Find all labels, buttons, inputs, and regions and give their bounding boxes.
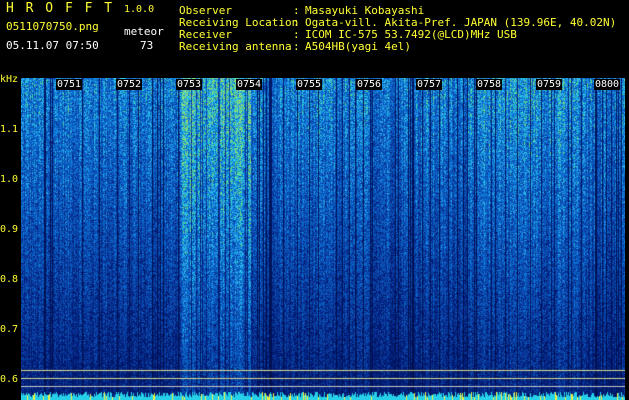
freq-tick-label: 0.6: [0, 374, 19, 385]
antenna-key: Receiving antenna: [179, 40, 292, 53]
app-title: H R O F F T: [6, 1, 115, 16]
time-tick-label: 0758: [476, 79, 503, 90]
time-tick-label: 0753: [176, 79, 203, 90]
freq-tick-label: 0.7: [0, 324, 19, 335]
time-tick-label: 0752: [116, 79, 143, 90]
meteor-count: 73: [140, 39, 154, 52]
freq-axis: 1.1 1.0 0.9 0.8 0.7 0.6: [0, 72, 21, 400]
freq-tick-label: 1.0: [0, 174, 19, 185]
separator: :: [293, 40, 300, 53]
freq-tick-label: 0.8: [0, 274, 19, 285]
time-tick-label: 0751: [56, 79, 83, 90]
spectrogram-canvas: [21, 78, 625, 400]
image-filename: 0511070750.png: [6, 20, 99, 33]
freq-tick-label: 1.1: [0, 124, 19, 135]
time-tick-label: 0754: [236, 79, 263, 90]
antenna-value: A504HB(yagi 4el): [305, 40, 411, 53]
freq-tick-label: 0.9: [0, 224, 19, 235]
spectrogram-image: [21, 78, 625, 400]
time-tick-label: 0757: [416, 79, 443, 90]
observation-datetime: 05.11.07 07:50: [6, 39, 99, 52]
time-tick-label: 0756: [356, 79, 383, 90]
app-version: 1.0.0: [124, 4, 155, 15]
time-tick-label: 0759: [536, 79, 563, 90]
mode-label: meteor: [124, 25, 164, 38]
time-tick-label: 0755: [296, 79, 323, 90]
time-axis: 0751 0752 0753 0754 0755 0756 0757 0758 …: [0, 79, 629, 93]
time-tick-label: 0800: [594, 79, 621, 90]
